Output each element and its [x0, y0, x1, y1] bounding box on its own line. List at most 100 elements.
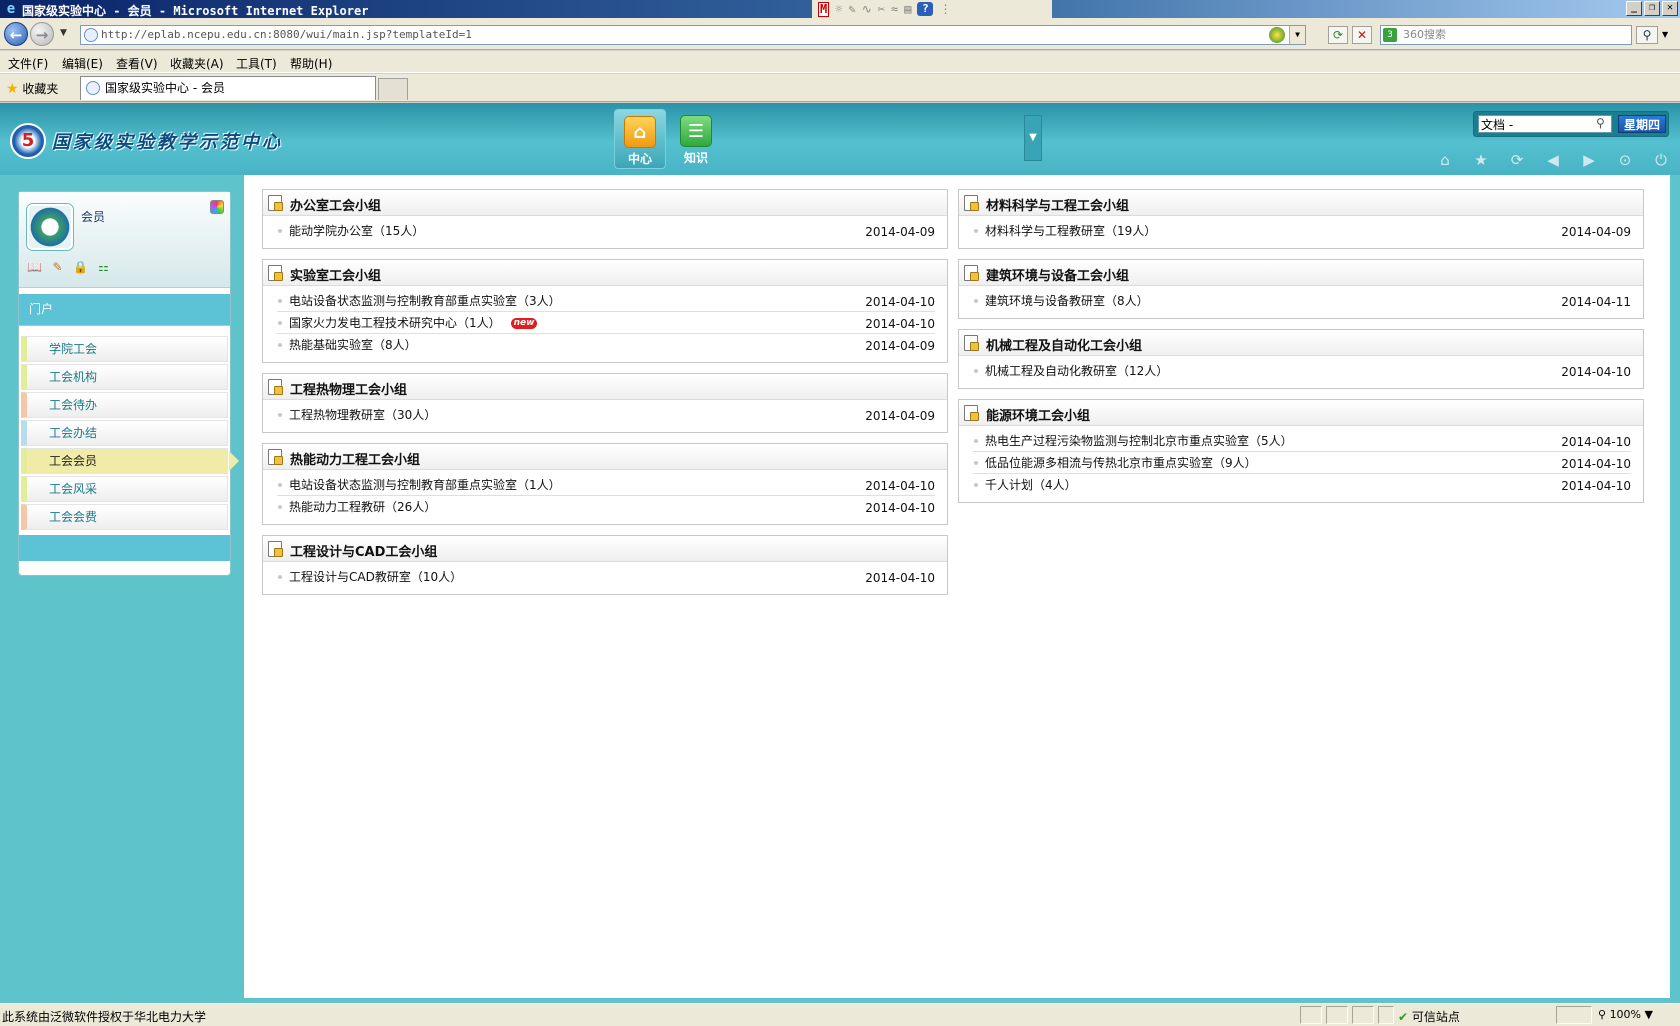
lock-icon[interactable]: 🔒 [73, 260, 88, 274]
star-icon[interactable]: ★ [1470, 151, 1492, 169]
list-item: 材料科学与工程教研室（19人） 2014-04-09 [973, 220, 1631, 242]
panel-title[interactable]: 工程热物理工会小组 [290, 379, 407, 398]
back-icon[interactable]: ◀ [1542, 151, 1564, 169]
menu-view[interactable]: 查看(V) [116, 55, 158, 72]
user-profile: 会员 📖 ✎ 🔒 ⚏ [19, 192, 230, 288]
search-input[interactable]: 3 360搜索 [1380, 25, 1632, 45]
list-item-link[interactable]: 热电生产过程污染物监测与控制北京市重点实验室（5人） [985, 434, 1293, 448]
mail-addon-icon[interactable]: M [818, 1, 830, 17]
minimize-button[interactable]: _ [1626, 1, 1642, 16]
browser-tab[interactable]: 国家级实验中心 - 会员 [80, 76, 376, 100]
sidebar-item[interactable]: 工会办结 [21, 420, 228, 446]
avatar[interactable] [27, 204, 73, 250]
panel-title[interactable]: 能源环境工会小组 [986, 405, 1090, 424]
forward-button[interactable]: → [30, 22, 54, 46]
edit-icon[interactable]: ✎ [50, 260, 65, 274]
menu-favorites[interactable]: 收藏夹(A) [170, 55, 224, 72]
panel-title[interactable]: 机械工程及自动化工会小组 [986, 335, 1142, 354]
list-item-date: 2014-04-10 [1561, 365, 1631, 379]
collapse-icon[interactable]: ⊙ [1614, 151, 1636, 169]
protected-mode-icon[interactable] [1556, 1006, 1592, 1024]
portal-search-input[interactable] [1478, 115, 1612, 133]
header-toolbar: ⌂ ★ ⟳ ◀ ▶ ⊙ ⏻ [1434, 151, 1672, 169]
address-dropdown-icon[interactable]: ▼ [1289, 26, 1305, 44]
compat-view-icon[interactable] [1269, 27, 1285, 43]
theme-icon[interactable] [210, 200, 224, 214]
list-item-link[interactable]: 工程设计与CAD教研室（10人） [289, 570, 462, 584]
addon-icon[interactable]: ☼ [835, 2, 842, 16]
left-column: 办公室工会小组能动学院办公室（15人） 2014-04-09 实验室工会小组电站设备… [262, 189, 948, 605]
sidebar-item[interactable]: 学院工会 [21, 336, 228, 362]
zoom-level[interactable]: ⚲ 100% ▼ [1598, 1008, 1653, 1021]
site-logo[interactable]: 5 国家级实验教学示范中心 [10, 123, 283, 159]
list-item-link[interactable]: 材料科学与工程教研室（19人） [985, 224, 1156, 238]
search-button[interactable]: ⚲ [1636, 26, 1658, 44]
list-item-link[interactable]: 热能基础实验室（8人） [289, 338, 417, 352]
help-icon[interactable]: ? [917, 2, 934, 16]
search-icon[interactable]: ⚲ [1596, 116, 1605, 130]
forward-icon[interactable]: ▶ [1578, 151, 1600, 169]
list-item-link[interactable]: 建筑环境与设备教研室（8人） [985, 294, 1149, 308]
panel-title[interactable]: 办公室工会小组 [290, 195, 381, 214]
list-item: 能动学院办公室（15人） 2014-04-09 [277, 220, 935, 242]
search-options-icon[interactable]: ▼ [1662, 30, 1668, 39]
sidebar-item[interactable]: 工会待办 [21, 392, 228, 418]
sidebar-item[interactable]: 工会会员 [21, 448, 239, 474]
toolbar-options-icon[interactable]: ⋮ [939, 2, 951, 16]
refresh-button[interactable]: ⟳ [1328, 26, 1348, 44]
addon-icon[interactable]: ✎ [848, 2, 855, 16]
document-icon [268, 541, 283, 557]
list-item-link[interactable]: 千人计划（4人） [985, 478, 1077, 492]
org-chart-icon[interactable]: ⚏ [96, 260, 111, 274]
addon-icon[interactable]: ▤ [904, 2, 911, 16]
menu-edit[interactable]: 编辑(E) [62, 55, 103, 72]
address-field[interactable]: http://eplab.ncepu.edu.cn:8080/wui/main.… [80, 25, 1306, 45]
menu-help[interactable]: 帮助(H) [290, 55, 332, 72]
panel-title[interactable]: 建筑环境与设备工会小组 [986, 265, 1129, 284]
list-item-date: 2014-04-10 [1561, 479, 1631, 493]
menu-file[interactable]: 文件(F) [8, 55, 48, 72]
stop-button[interactable]: ✕ [1352, 26, 1372, 44]
history-dropdown-icon[interactable]: ▼ [60, 28, 67, 38]
panel-title[interactable]: 材料科学与工程工会小组 [986, 195, 1129, 214]
book-icon[interactable]: 📖 [27, 260, 42, 274]
power-icon[interactable]: ⏻ [1650, 151, 1672, 169]
list-item-link[interactable]: 国家火力发电工程技术研究中心（1人） [289, 316, 501, 330]
module-tab-label: 中心 [627, 152, 652, 166]
portal-search: ⚲ 星期四 [1473, 111, 1669, 137]
panel-body: 工程设计与CAD教研室（10人） 2014-04-10 [263, 562, 947, 594]
addon-icon[interactable]: ✂ [878, 2, 885, 16]
restore-button[interactable]: ❐ [1644, 1, 1660, 16]
addon-icon[interactable]: ≈ [891, 2, 898, 16]
panel-body: 电站设备状态监测与控制教育部重点实验室（3人） 2014-04-10 国家火力发电工… [263, 286, 947, 362]
module-tab-center[interactable]: ⌂ 中心 [614, 109, 666, 169]
list-item-link[interactable]: 低品位能源多相流与传热北京市重点实验室（9人） [985, 456, 1257, 470]
panel-title[interactable]: 热能动力工程工会小组 [290, 449, 420, 468]
back-button[interactable]: ← [4, 22, 28, 46]
list-item-link[interactable]: 机械工程及自动化教研室（12人） [985, 364, 1168, 378]
list-item-link[interactable]: 热能动力工程教研（26人） [289, 500, 436, 514]
close-button[interactable]: ✕ [1662, 1, 1678, 16]
sidebar-item[interactable]: 工会会费 [21, 504, 228, 530]
list-item-date: 2014-04-10 [865, 295, 935, 309]
list-item-link[interactable]: 工程热物理教研室（30人） [289, 408, 436, 422]
sidebar-item[interactable]: 工会风采 [21, 476, 228, 502]
site-logo-text: 国家级实验教学示范中心 [52, 132, 283, 153]
panel-title[interactable]: 实验室工会小组 [290, 265, 381, 284]
panel-header: 机械工程及自动化工会小组 [959, 330, 1643, 356]
new-tab-button[interactable] [378, 78, 408, 100]
list-item-link[interactable]: 能动学院办公室（15人） [289, 224, 424, 238]
more-modules-button[interactable]: ▼ [1024, 115, 1042, 161]
list-item-link[interactable]: 电站设备状态监测与控制教育部重点实验室（1人） [289, 478, 561, 492]
menu-tools[interactable]: 工具(T) [236, 55, 277, 72]
list-item-link[interactable]: 电站设备状态监测与控制教育部重点实验室（3人） [289, 294, 561, 308]
module-tab-knowledge[interactable]: ☰ 知识 [670, 109, 722, 169]
favorites-button[interactable]: ★ 收藏夹 [6, 80, 58, 97]
sidebar-item[interactable]: 工会机构 [21, 364, 228, 390]
security-zone[interactable]: ✔ 可信站点 [1398, 1008, 1460, 1025]
panel-title[interactable]: 工程设计与CAD工会小组 [290, 541, 437, 560]
refresh-icon[interactable]: ⟳ [1506, 151, 1528, 169]
panel-body: 电站设备状态监测与控制教育部重点实验室（1人） 2014-04-10 热能动力工程教… [263, 470, 947, 524]
addon-icon[interactable]: ∿ [862, 2, 872, 16]
home-icon[interactable]: ⌂ [1434, 151, 1456, 169]
